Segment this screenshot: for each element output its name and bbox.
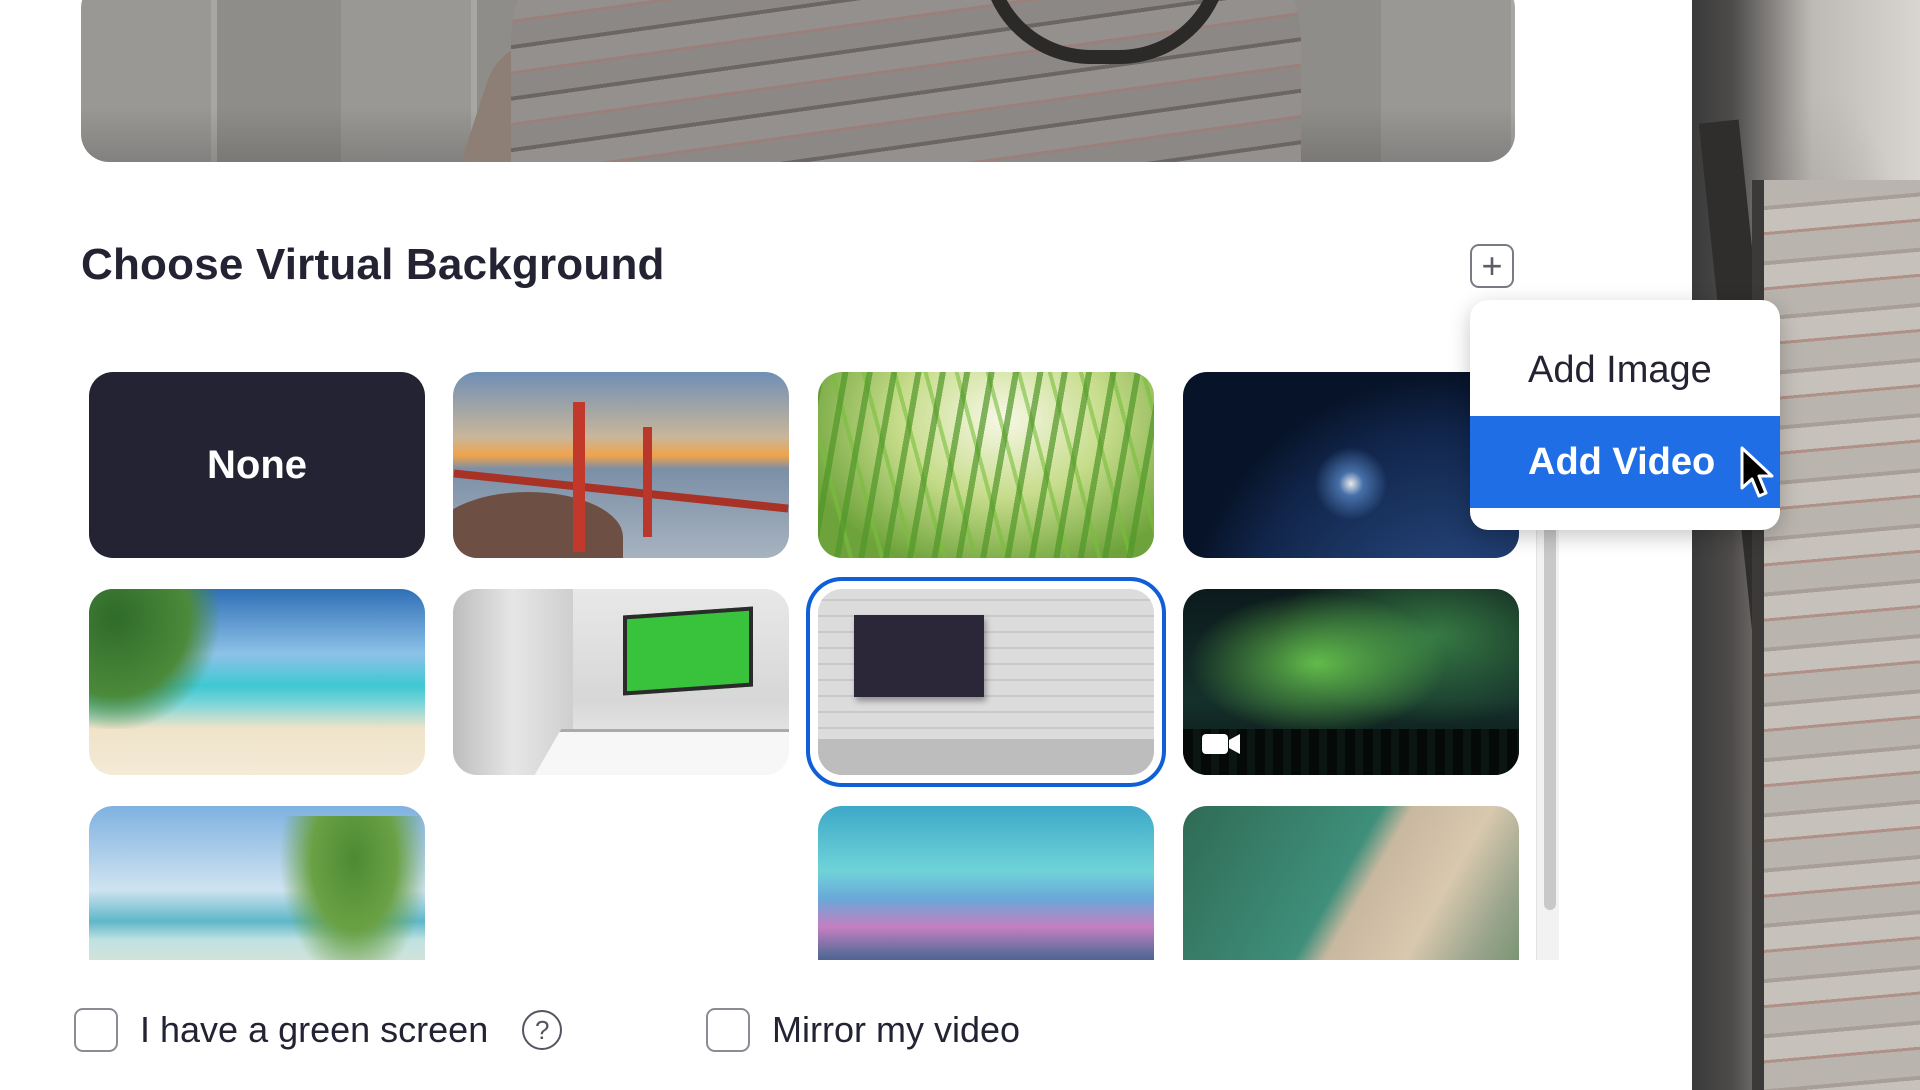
green-screen-label: I have a green screen: [140, 1009, 489, 1050]
wall-floor: [818, 739, 1154, 775]
green-screen-option: I have a green screen ?: [74, 1008, 563, 1052]
add-background-button[interactable]: +: [1470, 244, 1514, 288]
background-tile-brick-wall[interactable]: [806, 577, 1166, 787]
video-camera-icon: [1202, 734, 1240, 754]
background-tile-office[interactable]: [453, 589, 789, 775]
plus-icon: +: [1481, 245, 1503, 286]
mouse-cursor-icon: [1740, 446, 1774, 498]
mirror-video-label: Mirror my video: [772, 1009, 1021, 1050]
virtual-background-panel: Choose Virtual Background + None I have …: [0, 0, 1692, 1090]
bridge-tower: [643, 427, 652, 537]
add-background-menu: Add Image Add Video: [1470, 300, 1780, 530]
office-green-screen: [623, 606, 753, 696]
office-table: [524, 729, 789, 775]
mirror-video-checkbox[interactable]: [706, 1008, 750, 1052]
grid-scrollbar-thumb[interactable]: [1544, 500, 1556, 910]
menu-item-add-image[interactable]: Add Image: [1470, 324, 1780, 416]
background-tile-beach[interactable]: [89, 589, 425, 775]
background-tile-label: None: [207, 442, 307, 487]
background-tile-sunset[interactable]: [818, 806, 1154, 960]
background-tile-bridge[interactable]: [453, 372, 789, 558]
green-screen-checkbox[interactable]: [74, 1008, 118, 1052]
help-icon[interactable]: ?: [522, 1010, 563, 1050]
bridge-tower: [573, 402, 585, 552]
section-title: Choose Virtual Background: [81, 240, 665, 289]
background-tile-coast[interactable]: [1183, 806, 1519, 960]
background-tile-none[interactable]: None: [89, 372, 425, 558]
mirror-video-option: Mirror my video: [706, 1008, 1020, 1052]
background-tile-earth[interactable]: [1183, 372, 1519, 558]
background-grid: None: [81, 360, 1521, 960]
palm-tree: [279, 816, 425, 960]
background-tile-grass[interactable]: [818, 372, 1154, 558]
camera-video-feed: [1692, 0, 1920, 1090]
background-tile-aurora[interactable]: [1183, 589, 1519, 775]
wall-sign: [854, 615, 984, 697]
menu-item-add-video[interactable]: Add Video: [1470, 416, 1780, 508]
video-preview: [81, 0, 1515, 162]
background-tile-palm-beach[interactable]: [89, 806, 425, 960]
background-tile-blank[interactable]: [453, 806, 789, 960]
beach-palm: [89, 589, 219, 729]
bridge-rock: [453, 492, 623, 558]
